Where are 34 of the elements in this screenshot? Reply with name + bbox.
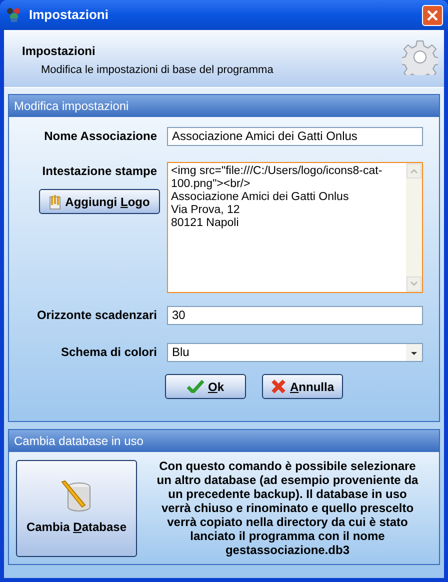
window-title: Impostazioni	[29, 6, 110, 24]
close-button[interactable]	[422, 4, 443, 26]
scrollbar[interactable]	[406, 163, 422, 292]
database-description: Con questo comando è possibile selezionare un altro database (ad esempio proveniente da un precedente backup). Il database in uso verrà chiuso e rinominato e quello prescelto verrà copiato nella directory da cui è stato lanciato il programma con il nome gestassociazione.db3	[156, 459, 420, 557]
cancel-button[interactable]: Annulla	[262, 374, 343, 399]
header-subtitle: Modifica le impostazioni di base del programma	[40, 63, 274, 78]
text-line: Via Prova, 12	[171, 204, 241, 217]
checkmark-icon	[186, 380, 204, 393]
pencils-icon	[49, 194, 62, 210]
group-header: Modifica impostazioni	[9, 95, 439, 117]
close-icon	[427, 10, 438, 20]
text-line: Associazione Amici dei Gatti Onlus	[171, 191, 350, 204]
gear-icon	[402, 39, 438, 75]
scroll-up-icon	[406, 163, 422, 179]
text-field[interactable]: 30	[167, 306, 423, 325]
dropdown[interactable]: Blu	[167, 343, 423, 362]
field-label: Orizzonte scadenzari	[36, 307, 157, 324]
text-line: 80121 Napoli	[171, 217, 240, 230]
text-field[interactable]: Associazione Amici dei Gatti Onlus	[167, 127, 423, 146]
add-logo-button[interactable]: Aggiungi Logo	[39, 189, 160, 214]
x-icon	[270, 379, 286, 394]
group-header: Cambia database in uso	[9, 430, 439, 452]
field-label: Intestazione stampe	[42, 163, 157, 180]
text-line: 100.png"><br/>	[171, 178, 252, 191]
field-label: Nome Associazione	[43, 128, 157, 145]
people-icon	[5, 7, 23, 23]
header-title: Impostazioni	[22, 43, 96, 60]
ok-button[interactable]: Ok	[165, 374, 246, 399]
text-line: <img src="file:///C:/Users/logo/icons8-cat-	[171, 165, 384, 178]
database-pencil-icon	[60, 480, 94, 514]
scroll-down-icon	[406, 276, 422, 292]
field-label: Schema di colori	[60, 344, 157, 361]
text-area[interactable]: <img src="file:///C:/Users/logo/icons8-cat- 100.png"><br/> Associazione Amici dei Gatti Onlus Via Prova, 12 80121 Napoli	[167, 162, 423, 293]
change-database-button[interactable]: Cambia Database	[16, 460, 137, 556]
